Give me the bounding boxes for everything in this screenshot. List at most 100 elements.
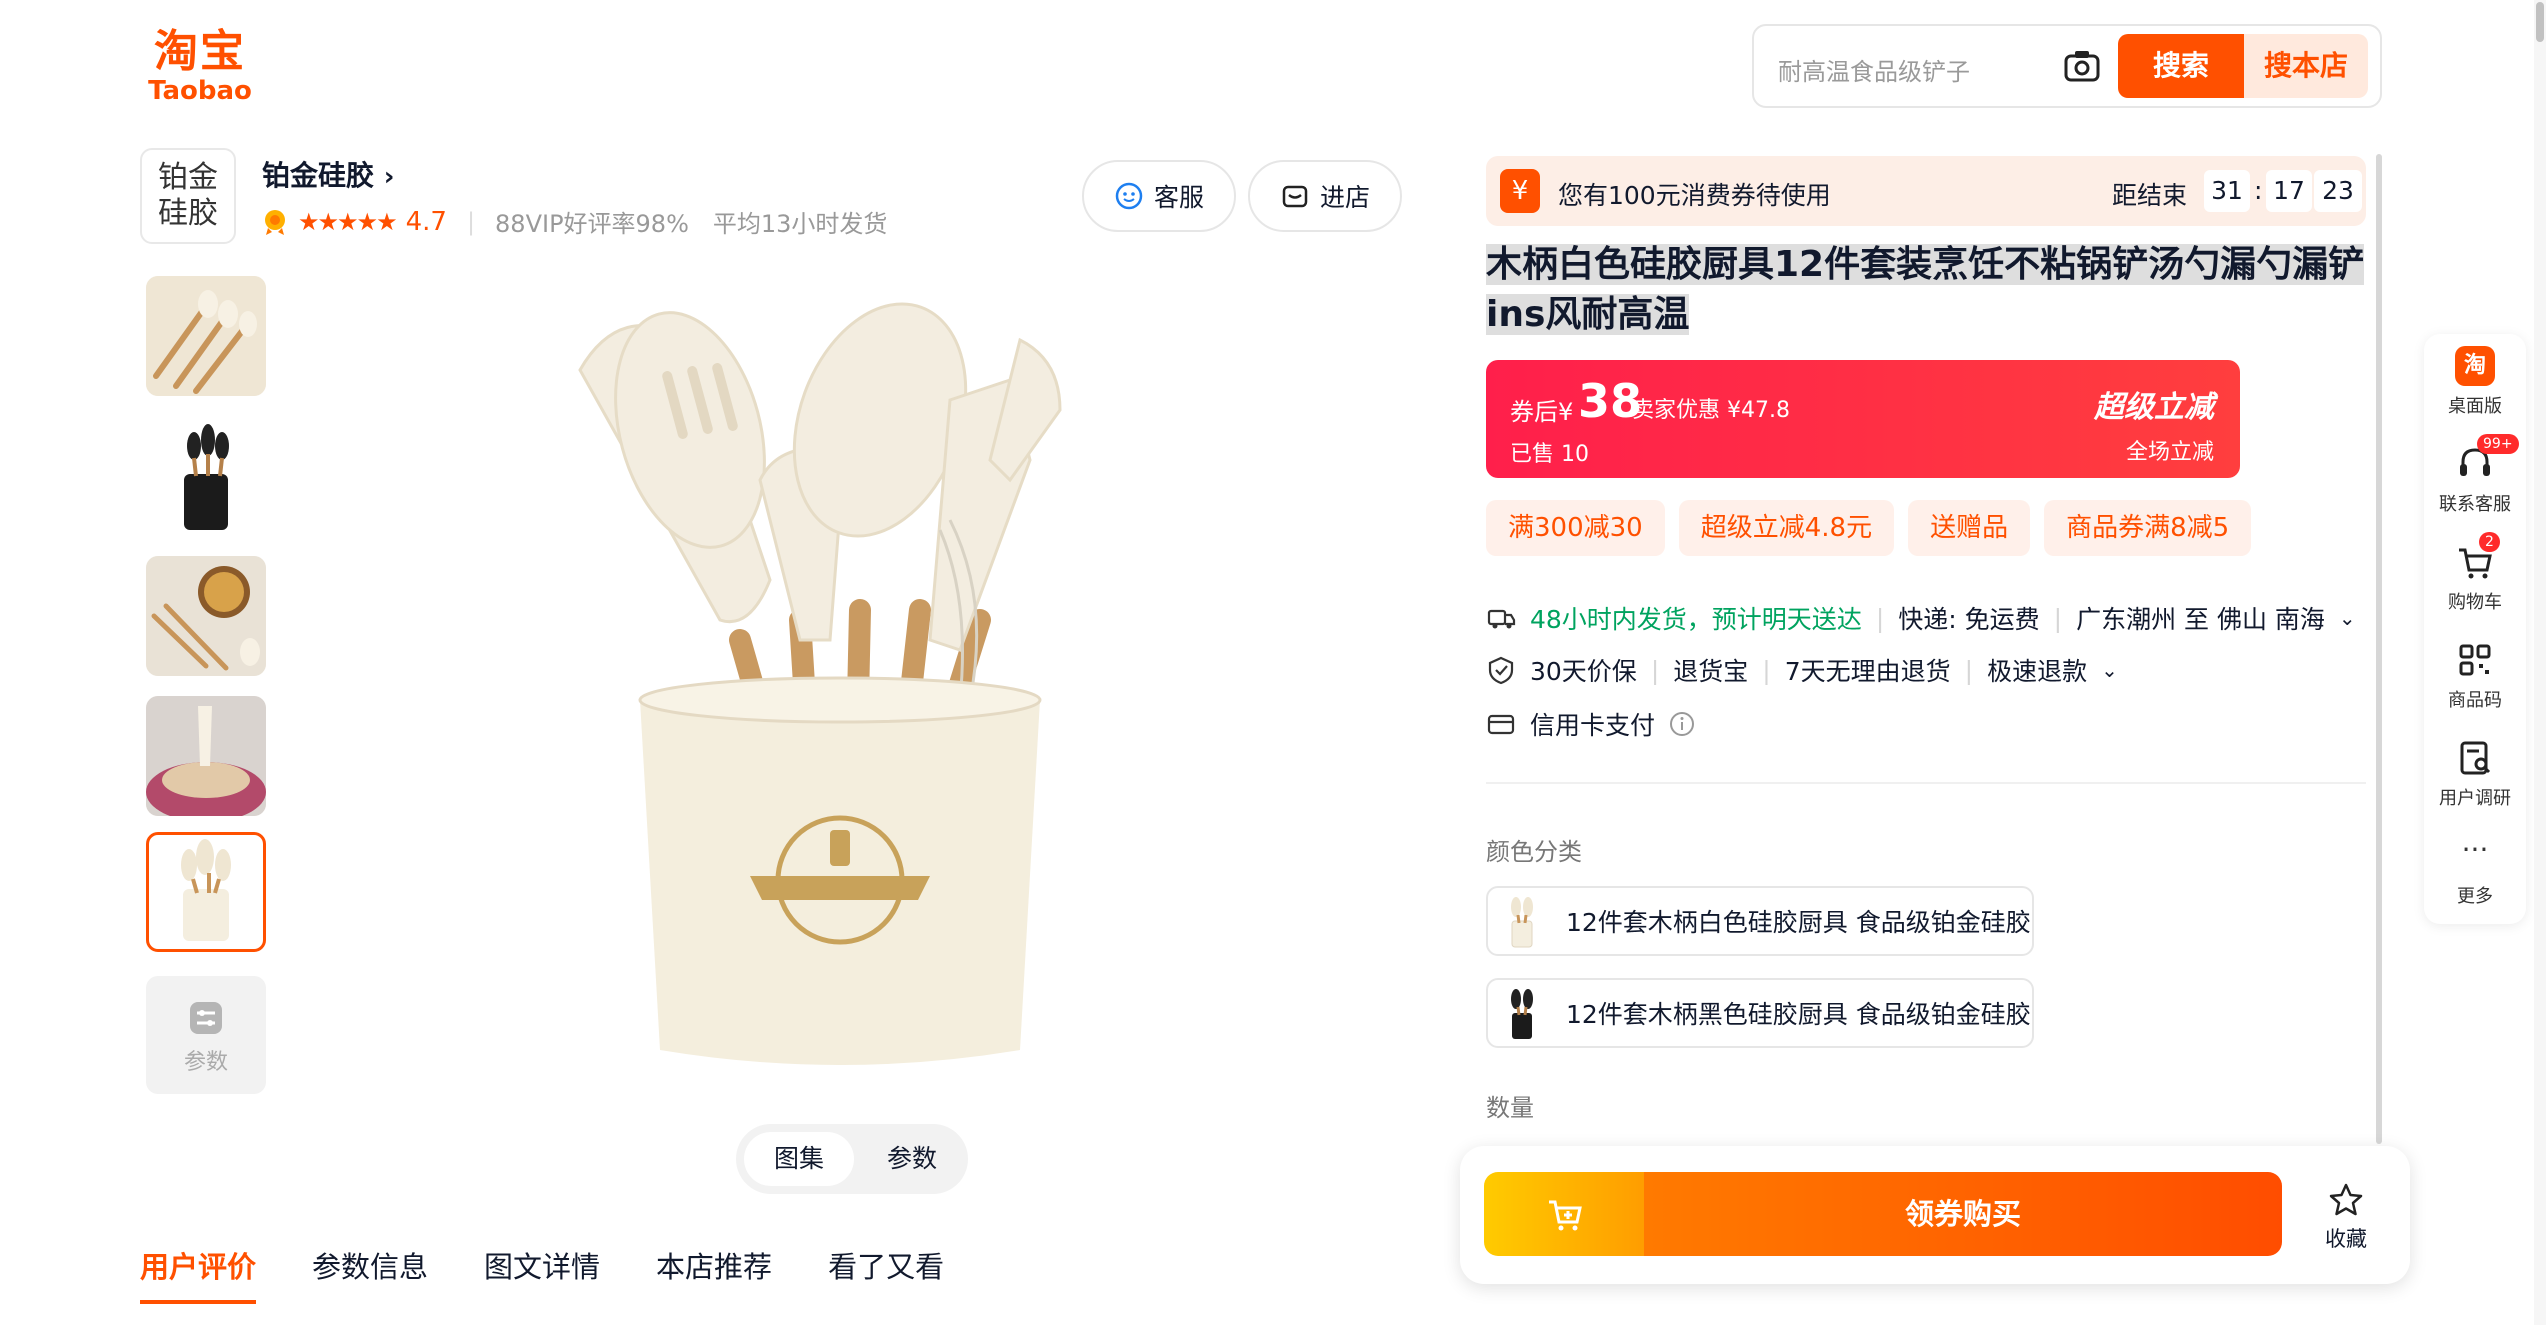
color-label: 颜色分类 xyxy=(1486,838,1582,866)
truck-icon xyxy=(1487,609,1516,629)
ship-route: 广东潮州 至 佛山 南海 xyxy=(2076,605,2325,634)
tab-also-viewed[interactable]: 看了又看 xyxy=(828,1244,944,1304)
sidebar-item-cart[interactable]: 2 购物车 xyxy=(2424,532,2526,614)
guarantee-icon xyxy=(1488,656,1514,685)
thumbnail-3[interactable] xyxy=(146,556,266,676)
promo-tag[interactable]: 送赠品 xyxy=(1908,500,2031,556)
coupon-bar[interactable]: ¥ 您有100元消费券待使用 距结束 31 : 17 : 23 xyxy=(1486,156,2366,226)
ship-fast: 48小时内发货，预计明天送达 xyxy=(1530,605,1862,634)
payment-method: 信用卡支付 xyxy=(1530,711,1656,740)
search-box[interactable]: 耐高温食品级铲子 搜索 搜本店 xyxy=(1752,24,2382,108)
black-utensils-image xyxy=(184,424,229,530)
chevron-right-icon: › xyxy=(383,162,395,192)
sku-option-label: 12件套木柄白色硅胶厨具 食品级铂金硅胶 xyxy=(1566,908,2031,937)
delivery-fee: 快递: 免运费 xyxy=(1898,605,2040,634)
sidebar-item-contact[interactable]: 99+ 联系客服 xyxy=(2424,434,2526,516)
divider: | xyxy=(1964,655,1974,685)
coupon-text: 您有100元消费券待使用 xyxy=(1558,181,1831,210)
cart-badge: 2 xyxy=(2479,532,2500,552)
thumbnail-5-selected[interactable] xyxy=(146,832,266,952)
divider: | xyxy=(1762,655,1771,685)
promo-tag[interactable]: 商品券满8减5 xyxy=(2044,500,2252,556)
countdown-colon: : xyxy=(2254,176,2263,205)
params-thumb-label: 参数 xyxy=(183,1050,228,1075)
countdown-label: 距结束 xyxy=(2112,181,2188,210)
service-icon xyxy=(1115,182,1143,210)
shop-logo[interactable]: 铂金硅胶 xyxy=(140,148,236,244)
shop-meta: ★★★★★ 4.7 | 88VIP好评率98% 平均13小时发货 xyxy=(262,204,887,239)
coupon-icon: ¥ xyxy=(1500,169,1540,213)
info-icon[interactable] xyxy=(1669,711,1695,737)
avg-ship: 平均13小时发货 xyxy=(712,210,888,238)
sidebar-item-label: 更多 xyxy=(2457,886,2493,907)
sidebar-item-survey[interactable]: 用户调研 xyxy=(2424,738,2526,810)
guarantee-row[interactable]: 30天价保 | 退货宝 | 7天无理由退货 | 极速退款 ⌄ xyxy=(1486,652,2118,688)
tab-store-recommend[interactable]: 本店推荐 xyxy=(656,1244,772,1304)
toggle-params[interactable]: 参数 xyxy=(862,1132,962,1186)
sku-option-white[interactable]: 12件套木柄白色硅胶厨具 食品级铂金硅胶 xyxy=(1486,886,2034,956)
utensils-flatlay-image xyxy=(146,276,266,396)
customer-service-button[interactable]: 客服 xyxy=(1082,160,1236,232)
coupon-buy-button[interactable]: 领券购买 xyxy=(1644,1172,2282,1256)
promo-tags: 满300减30 超级立减4.8元 送赠品 商品券满8减5 xyxy=(1486,500,2252,556)
quantity-label: 数量 xyxy=(1486,1094,1534,1122)
favorite-button[interactable]: 收藏 xyxy=(2306,1182,2386,1253)
countdown-seconds: 23 xyxy=(2314,170,2362,212)
guarantee-item: 30天价保 xyxy=(1530,657,1637,686)
gallery-toggle: 图集 参数 xyxy=(736,1124,968,1194)
enter-store-button[interactable]: 进店 xyxy=(1248,160,1402,232)
sidebar-item-label: 购物车 xyxy=(2448,592,2502,613)
detail-tabs: 用户评价 参数信息 图文详情 本店推荐 看了又看 xyxy=(140,1244,944,1304)
search-button[interactable]: 搜索 xyxy=(2118,34,2244,98)
guarantee-item: 7天无理由退货 xyxy=(1784,657,1951,686)
promo-tag[interactable]: 超级立减4.8元 xyxy=(1678,500,1895,556)
headset-icon: 99+ xyxy=(2455,434,2519,484)
cart-plus-icon xyxy=(1549,1200,1582,1231)
medal-icon xyxy=(265,209,285,235)
all-store-discount: 全场立减 xyxy=(2125,440,2214,465)
cooking-scene-image xyxy=(146,556,266,676)
sidebar-item-label: 商品码 xyxy=(2448,690,2502,711)
tab-reviews[interactable]: 用户评价 xyxy=(140,1244,257,1304)
logo-en: Taobao xyxy=(148,76,252,106)
promo-tag[interactable]: 满300减30 xyxy=(1486,500,1665,556)
camera-icon[interactable] xyxy=(2062,46,2102,86)
thumbnail-1[interactable] xyxy=(146,276,266,396)
sku-white-image xyxy=(1511,897,1533,948)
super-discount-label: 超级立减 xyxy=(2094,390,2214,425)
tab-params[interactable]: 参数信息 xyxy=(312,1244,428,1304)
search-store-button[interactable]: 搜本店 xyxy=(2244,34,2368,98)
thumbnail-2[interactable] xyxy=(146,416,266,536)
divider: | xyxy=(2053,603,2063,633)
sidebar-item-product-code[interactable]: 商品码 xyxy=(2424,640,2526,712)
add-to-cart-button[interactable] xyxy=(1484,1172,1644,1256)
sidebar-item-more[interactable]: ··· 更多 xyxy=(2424,836,2526,908)
after-coupon-label: 券后¥ xyxy=(1510,398,1574,426)
shop-name[interactable]: 铂金硅胶 › xyxy=(262,154,394,194)
thumbnail-4[interactable] xyxy=(146,696,266,816)
sidebar-item-desktop[interactable]: 淘 桌面版 xyxy=(2424,346,2526,418)
sliders-icon xyxy=(190,1002,222,1034)
survey-icon xyxy=(2455,738,2495,778)
params-thumbnail[interactable]: 参数 xyxy=(146,976,266,1094)
tab-details[interactable]: 图文详情 xyxy=(484,1244,600,1304)
enter-store-label: 进店 xyxy=(1319,183,1370,212)
sidebar-item-label: 用户调研 xyxy=(2439,788,2511,809)
panel-scrollbar[interactable] xyxy=(2376,154,2382,1144)
favorite-label: 收藏 xyxy=(2325,1227,2367,1251)
page-scrollbar[interactable] xyxy=(2534,0,2546,1325)
cart-icon: 2 xyxy=(2455,532,2500,582)
main-product-image xyxy=(578,302,1062,1065)
shipping-row[interactable]: 48小时内发货，预计明天送达 | 快递: 免运费 | 广东潮州 至 佛山 南海 … xyxy=(1486,600,2356,636)
toggle-gallery[interactable]: 图集 xyxy=(744,1132,854,1186)
taobao-logo[interactable]: 淘宝 Taobao xyxy=(140,26,260,106)
sku-option-black[interactable]: 12件套木柄黑色硅胶厨具 食品级铂金硅胶 xyxy=(1486,978,2034,1048)
shop-rating: 4.7 xyxy=(405,206,447,237)
search-input[interactable]: 耐高温食品级铲子 xyxy=(1778,52,1970,87)
food-pan-image xyxy=(146,696,266,816)
divider xyxy=(1486,782,2366,784)
divider: | xyxy=(466,207,476,236)
product-title-text: 木柄白色硅胶厨具12件套装烹饪不粘锅铲汤勺漏勺漏铲ins风耐高温 xyxy=(1486,244,2365,335)
buy-bar: 领券购买 收藏 xyxy=(1460,1146,2410,1284)
page-scrollbar-thumb[interactable] xyxy=(2536,2,2544,42)
